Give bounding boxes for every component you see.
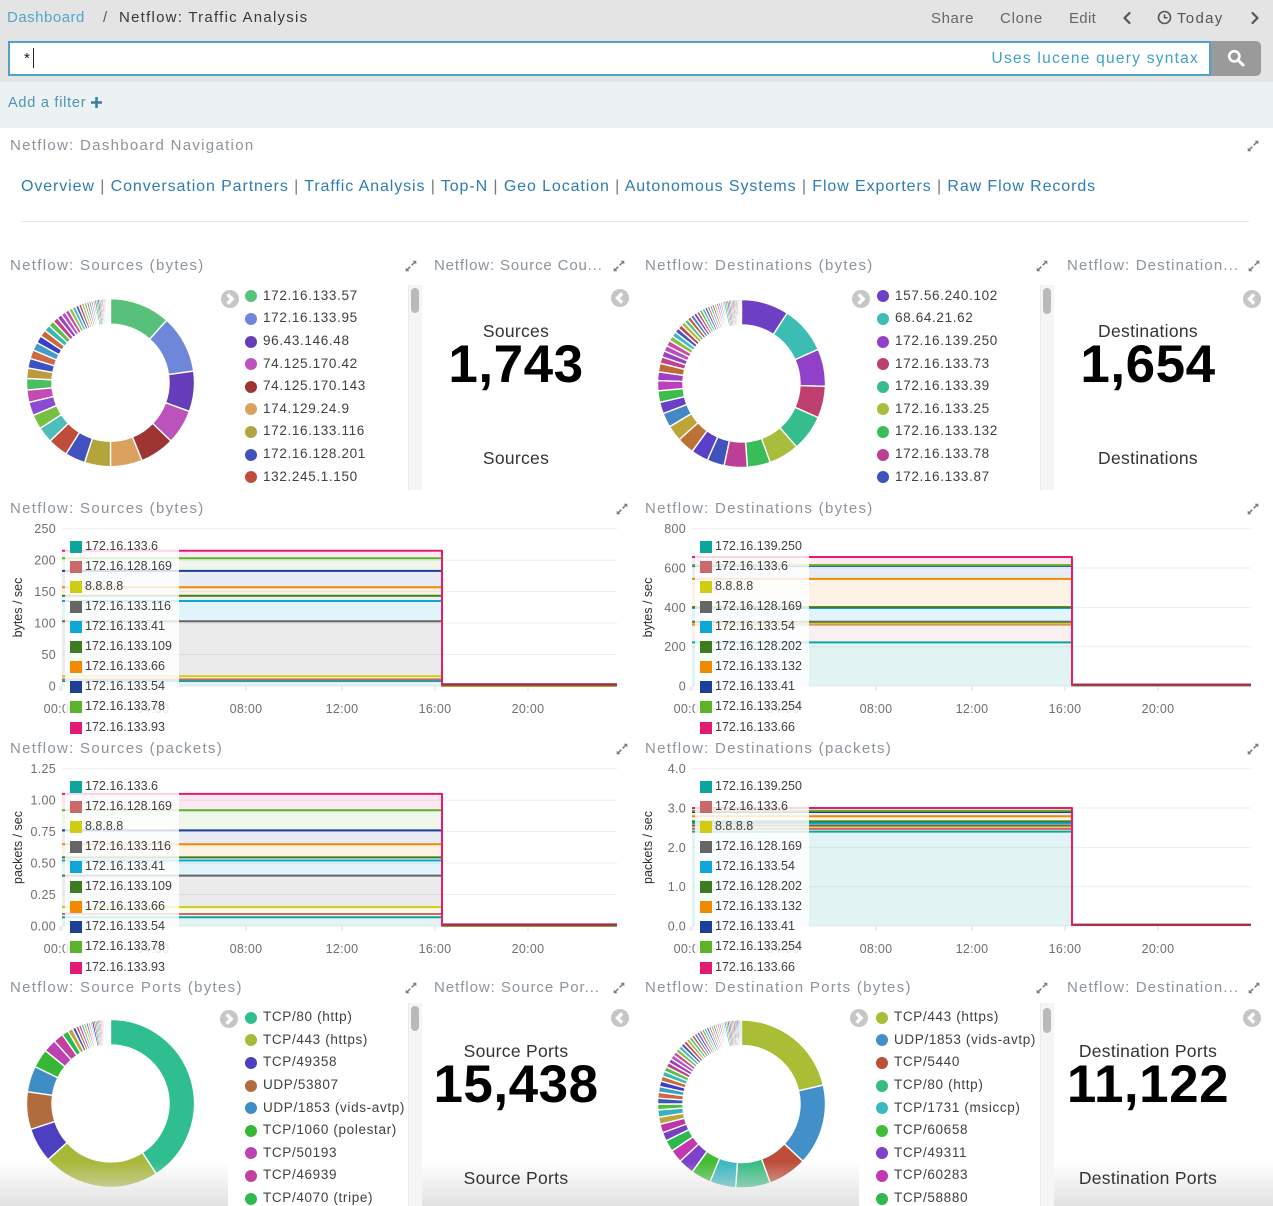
svg-text:12:00: 12:00 [326,942,359,956]
svg-text:08:00: 08:00 [230,942,263,956]
svg-text:50: 50 [41,648,56,662]
svg-text:08:00: 08:00 [860,942,893,956]
svg-text:20:00: 20:00 [512,942,545,956]
svg-text:0.25: 0.25 [30,888,56,902]
svg-text:1.0: 1.0 [668,880,686,894]
svg-text:bytes / sec: bytes / sec [11,578,25,638]
svg-text:800: 800 [664,522,686,536]
svg-text:3.0: 3.0 [668,802,686,816]
svg-text:16:00: 16:00 [1049,942,1082,956]
svg-text:20:00: 20:00 [1142,942,1175,956]
svg-text:250: 250 [34,522,56,536]
svg-text:1.00: 1.00 [30,794,56,808]
svg-text:packets / sec: packets / sec [641,811,655,884]
svg-text:08:00: 08:00 [230,702,263,716]
svg-text:200: 200 [664,640,686,654]
svg-text:16:00: 16:00 [419,702,452,716]
svg-text:08:00: 08:00 [860,702,893,716]
svg-text:12:00: 12:00 [956,702,989,716]
svg-text:0.0: 0.0 [668,920,686,934]
svg-text:12:00: 12:00 [326,702,359,716]
svg-text:100: 100 [34,617,56,631]
svg-text:200: 200 [34,554,56,568]
svg-text:0.50: 0.50 [30,857,56,871]
svg-text:20:00: 20:00 [512,702,545,716]
svg-text:bytes / sec: bytes / sec [641,578,655,638]
svg-text:0: 0 [49,680,56,694]
svg-text:0.00: 0.00 [30,920,56,934]
svg-text:2.0: 2.0 [668,841,686,855]
svg-text:150: 150 [34,585,56,599]
svg-text:600: 600 [664,562,686,576]
svg-text:16:00: 16:00 [419,942,452,956]
svg-text:0.75: 0.75 [30,825,56,839]
svg-text:20:00: 20:00 [1142,702,1175,716]
svg-text:4.0: 4.0 [668,762,686,776]
svg-text:16:00: 16:00 [1049,702,1082,716]
svg-text:1.25: 1.25 [30,762,56,776]
svg-text:packets / sec: packets / sec [11,811,25,884]
svg-text:0: 0 [679,680,686,694]
svg-text:12:00: 12:00 [956,942,989,956]
svg-text:400: 400 [664,601,686,615]
